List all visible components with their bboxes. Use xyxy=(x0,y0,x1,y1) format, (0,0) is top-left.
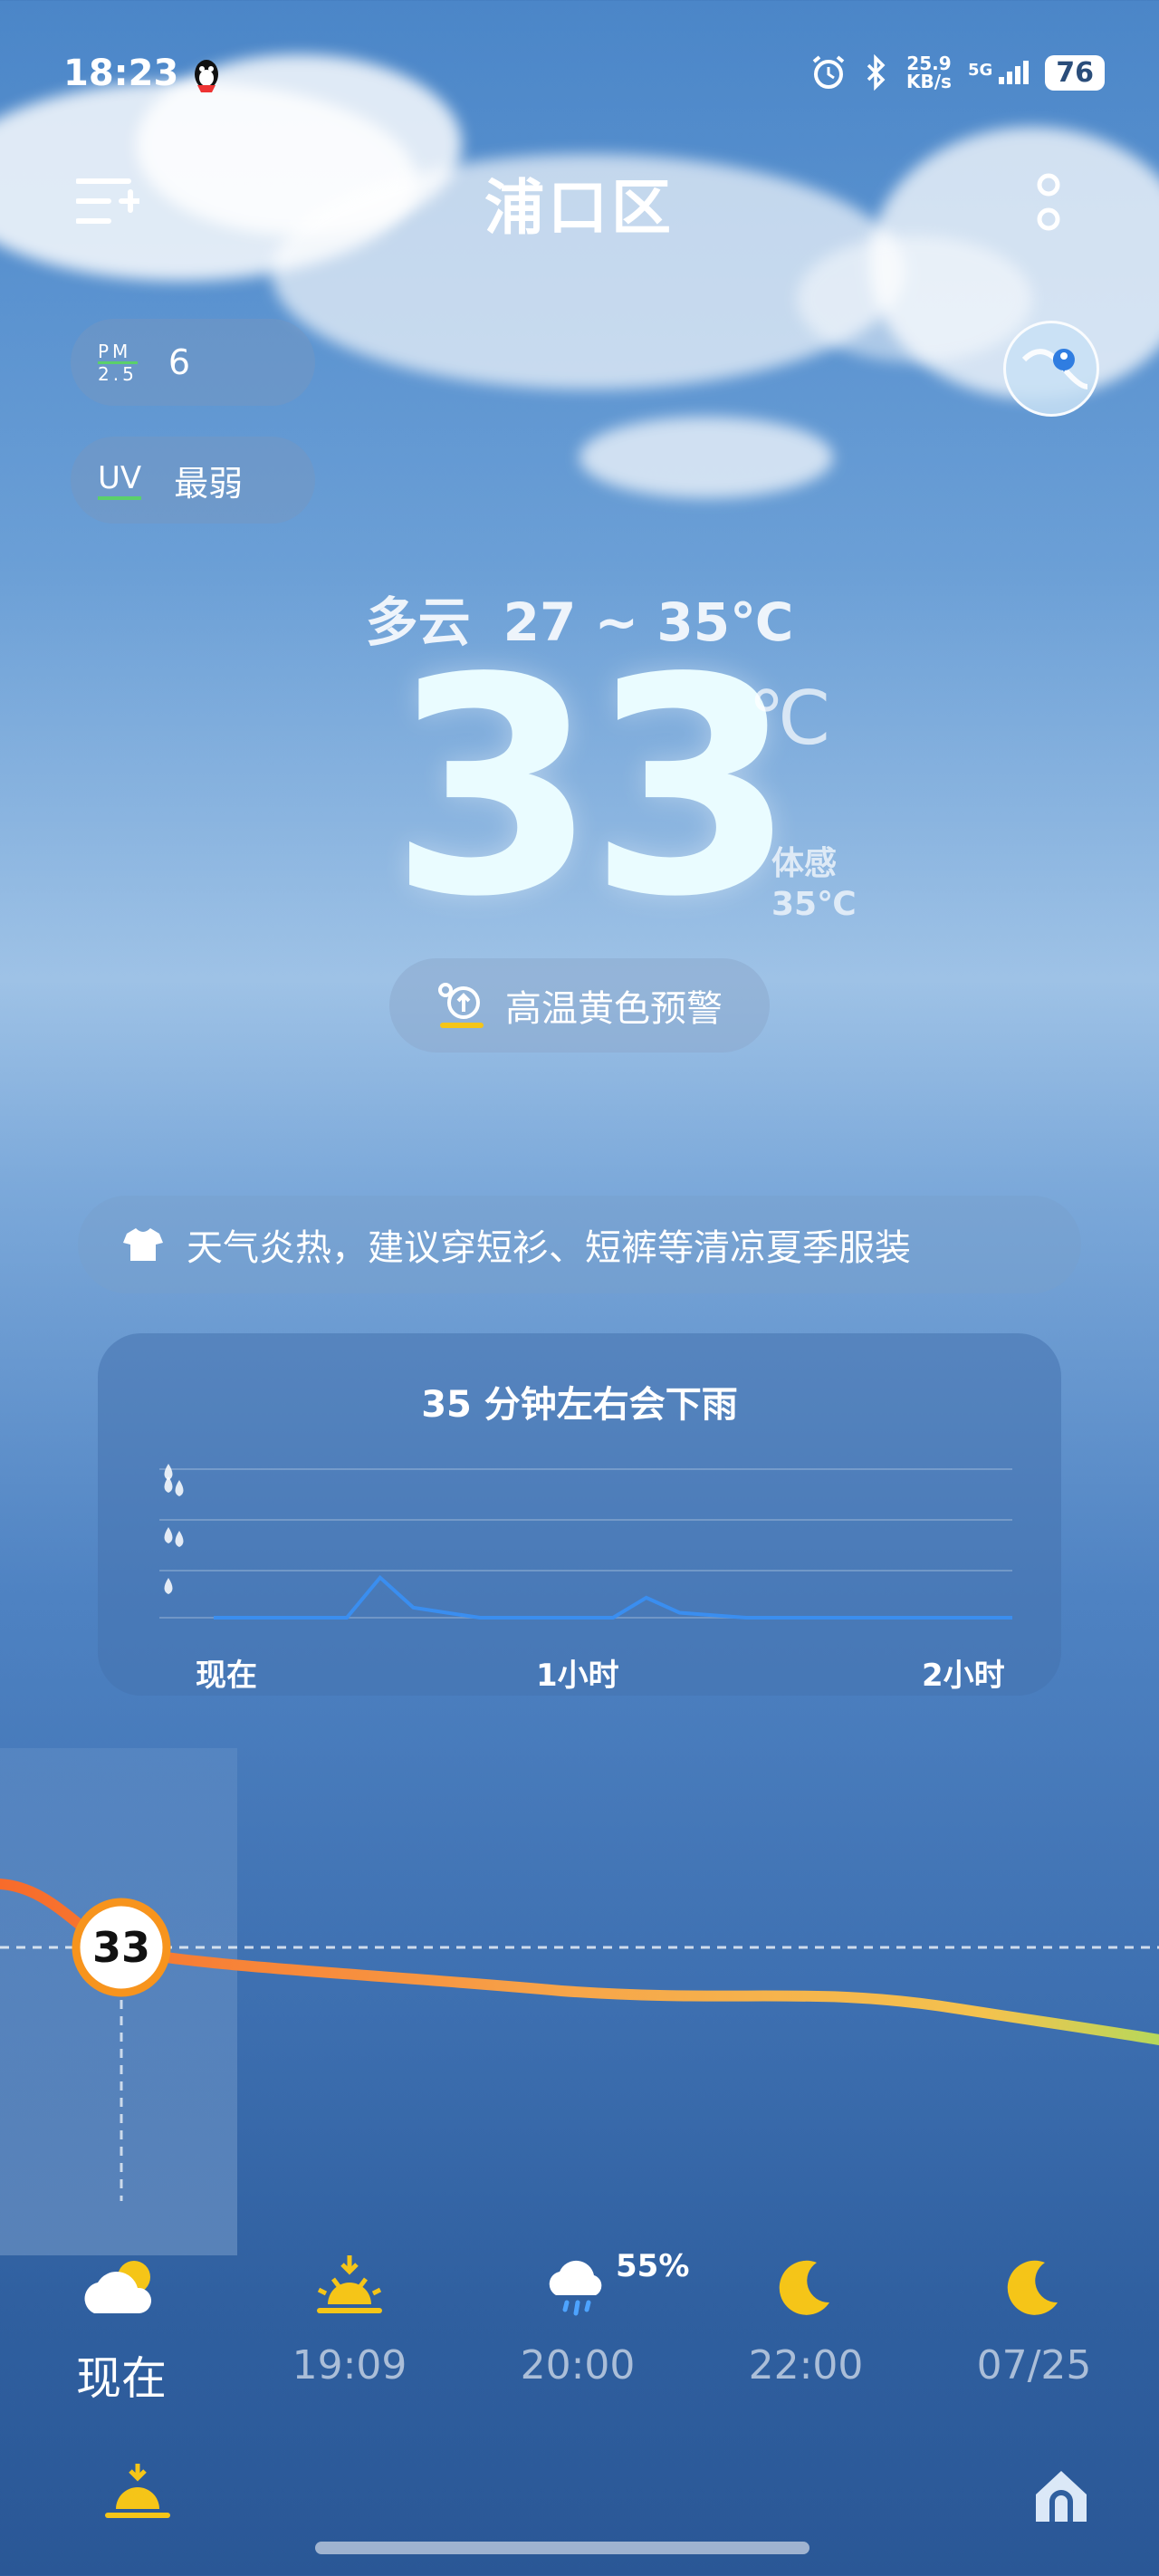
hour-item-now[interactable]: 现在 xyxy=(40,2250,203,2408)
rain-intensity-line xyxy=(214,1574,1012,1620)
city-name[interactable]: 浦口区 xyxy=(0,159,1159,246)
heat-warning-badge[interactable]: 高温黄色预警 xyxy=(389,958,770,1053)
signal-5g-icon: 5G xyxy=(968,61,1030,84)
qq-icon xyxy=(190,58,223,94)
uv-label: UV xyxy=(98,460,142,500)
hour-item-0725[interactable]: 07/25 xyxy=(953,2250,1116,2389)
net-speed: 25.9 KB/s xyxy=(905,53,952,92)
battery-indicator: 76 xyxy=(1045,54,1105,91)
axis-label-now: 现在 xyxy=(196,1658,257,1694)
bluetooth-icon xyxy=(867,54,886,91)
feels-like-value: 35℃ xyxy=(771,886,857,923)
home-icon xyxy=(1036,2471,1087,2522)
status-time: 18:23 xyxy=(63,53,179,94)
warning-text: 高温黄色预警 xyxy=(505,988,723,1030)
alarm-icon xyxy=(812,55,845,89)
rain-forecast-card[interactable]: 35 分钟左右会下雨 现在 1小时 2小时 xyxy=(98,1333,1061,1696)
feels-like-label: 体感 xyxy=(771,845,838,882)
map-button[interactable] xyxy=(1003,321,1099,417)
temperature-unit: ℃ xyxy=(748,676,832,762)
location-pin-icon xyxy=(1021,349,1088,389)
hour-label: 20:00 xyxy=(520,2342,636,2389)
hour-label: 现在 xyxy=(76,2352,167,2405)
sunset-icon xyxy=(317,2255,382,2313)
clothing-advice[interactable]: 天气炎热，建议穿短衫、短裤等清凉夏季服装 xyxy=(78,1196,1081,1293)
hour-label: 19:09 xyxy=(292,2342,407,2389)
uv-value: 最弱 xyxy=(174,463,244,504)
current-temperature: 33 xyxy=(389,614,796,962)
tshirt-icon xyxy=(123,1228,163,1261)
partly-cloudy-icon xyxy=(84,2261,152,2313)
pm25-value: 6 xyxy=(168,342,190,382)
cloud-decoration xyxy=(580,417,833,498)
uv-chip[interactable]: UV 最弱 xyxy=(71,437,315,524)
hour-item-sunset[interactable]: 19:09 xyxy=(268,2250,431,2389)
raindrop-level-icon xyxy=(164,1527,184,1547)
rain-cloud-icon xyxy=(549,2260,602,2316)
moon-icon xyxy=(1007,2260,1058,2315)
cloud-decoration xyxy=(797,235,1032,362)
more-options-button[interactable] xyxy=(1032,172,1065,237)
moon-icon xyxy=(779,2260,829,2315)
advice-text: 天气炎热，建议穿短衫、短裤等清凉夏季服装 xyxy=(187,1227,911,1269)
home-button[interactable] xyxy=(1029,2464,1094,2529)
gesture-home-indicator[interactable] xyxy=(315,2542,809,2554)
pm25-label: PM 2.5 xyxy=(98,340,138,385)
hour-item-2000[interactable]: 20:00 xyxy=(496,2250,659,2389)
axis-label-2h: 2小时 xyxy=(922,1658,1005,1694)
rain-chart xyxy=(159,1464,1012,1620)
sunrise-icon xyxy=(105,2464,170,2518)
high-temp-warning-icon xyxy=(438,983,484,1028)
temperature-line xyxy=(0,1879,1159,2045)
hour-label: 22:00 xyxy=(748,2342,864,2389)
temperature-curve: 33 xyxy=(0,1879,1159,2201)
current-temp-marker-label: 33 xyxy=(92,1923,150,1972)
hour-item-2200[interactable]: 22:00 xyxy=(724,2250,887,2389)
status-indicators: 25.9 KB/s 5G 76 xyxy=(810,54,1105,91)
hour-label: 07/25 xyxy=(976,2342,1092,2389)
axis-label-1h: 1小时 xyxy=(536,1658,619,1694)
pm25-chip[interactable]: PM 2.5 6 xyxy=(71,319,315,406)
more-dots-icon xyxy=(1037,173,1060,231)
raindrop-level-icon xyxy=(164,1578,173,1594)
